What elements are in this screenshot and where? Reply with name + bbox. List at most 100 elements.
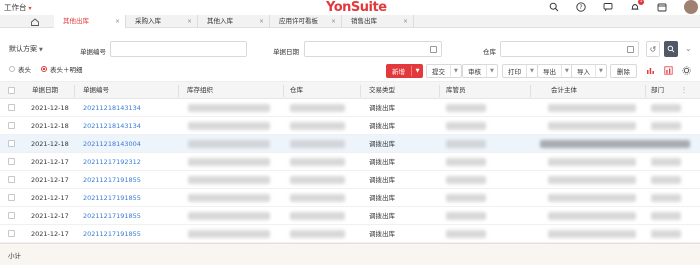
export-button[interactable]: 导出 ▼	[537, 64, 573, 78]
close-icon[interactable]: ×	[403, 15, 408, 28]
cell-date: 2021-12-17	[31, 194, 69, 202]
cell-doc-no[interactable]: 20211217192312	[83, 153, 141, 171]
bell-icon[interactable]: 1	[629, 0, 644, 13]
close-icon[interactable]: ×	[187, 15, 192, 28]
row-checkbox[interactable]	[8, 230, 15, 237]
print-button[interactable]: 打印 ▼	[502, 64, 538, 78]
help-icon[interactable]: ?	[575, 1, 587, 13]
cell-doc-no[interactable]: 20211218143134	[83, 99, 141, 117]
cell-trans-type: 调拨出库	[369, 194, 395, 202]
redacted-dept	[651, 104, 681, 112]
radio-header[interactable]: 表头	[9, 64, 31, 74]
doc-no-input[interactable]	[110, 41, 247, 57]
home-icon[interactable]	[30, 17, 40, 27]
data-grid: 单据日期 单据编号 库存组织 仓库 交易类型 库管员 会计主体 部门 ⫶ 202…	[0, 81, 700, 243]
summary-bar: 小计	[0, 243, 700, 265]
radio-label: 表头＋明细	[50, 66, 83, 74]
col-header-warehouse[interactable]: 仓库	[290, 82, 303, 99]
col-header-accounting[interactable]: 会计主体	[551, 82, 577, 99]
chevron-down-icon[interactable]: ▼	[486, 65, 497, 77]
table-row[interactable]: 2021-12-17 20211217191855 调拨出库	[0, 207, 700, 225]
approve-button[interactable]: 审核 ▼	[462, 64, 498, 78]
cell-doc-no[interactable]: 20211218143134	[83, 117, 141, 135]
col-header-org[interactable]: 库存组织	[187, 82, 213, 99]
message-badge: 1	[638, 0, 644, 5]
new-button[interactable]: 新增 ▼	[386, 64, 423, 78]
chat-icon[interactable]	[602, 1, 614, 13]
chevron-down-icon[interactable]: ▼	[595, 65, 606, 77]
cell-date: 2021-12-17	[31, 230, 69, 238]
calendar-icon[interactable]	[656, 1, 668, 13]
row-checkbox[interactable]	[8, 176, 15, 183]
table-row[interactable]: 2021-12-17 20211217192312 调拨出库	[0, 153, 700, 171]
redacted-keeper	[446, 230, 486, 238]
chevron-down-icon[interactable]: ▼	[450, 65, 461, 77]
redacted-org	[188, 122, 270, 130]
cell-date: 2021-12-17	[31, 158, 69, 166]
bar-chart-icon[interactable]	[646, 66, 655, 75]
tab-other-outbound[interactable]: 其他出库 ×	[54, 15, 126, 28]
tab-label: 应用许可看板	[279, 17, 318, 25]
table-row[interactable]: 2021-12-18 20211218143134 调拨出库	[0, 99, 700, 117]
table-row[interactable]: 2021-12-18 20211218143134 调拨出库	[0, 117, 700, 135]
redacted-warehouse	[290, 158, 345, 166]
tab-label: 采购入库	[135, 17, 161, 25]
table-row[interactable]: 2021-12-17 20211217191855 调拨出库	[0, 171, 700, 189]
col-header-keeper[interactable]: 库管员	[446, 82, 466, 99]
row-checkbox[interactable]	[8, 194, 15, 201]
column-settings-icon[interactable]: ⫶	[683, 82, 685, 99]
redacted-warehouse	[290, 194, 345, 202]
tab-purchase-inbound[interactable]: 采购入库 ×	[126, 15, 198, 28]
search-icon[interactable]	[548, 1, 560, 13]
close-icon[interactable]: ×	[259, 15, 264, 28]
column-divider	[530, 85, 531, 97]
row-checkbox[interactable]	[8, 158, 15, 165]
scheme-selector[interactable]: 默认方案 ▼	[9, 44, 43, 54]
row-checkbox[interactable]	[8, 140, 15, 147]
column-divider	[283, 85, 284, 97]
cell-date: 2021-12-18	[31, 140, 69, 148]
chevron-down-icon[interactable]: ▼	[526, 65, 537, 77]
row-checkbox[interactable]	[8, 212, 15, 219]
cell-trans-type: 调拨出库	[369, 140, 395, 148]
close-icon[interactable]: ×	[331, 15, 336, 28]
reset-button[interactable]: ↺	[646, 41, 660, 57]
col-header-trans-type[interactable]: 交易类型	[369, 82, 395, 99]
chevron-down-icon[interactable]: ▼	[412, 68, 423, 74]
tab-other-inbound[interactable]: 其他入库 ×	[198, 15, 270, 28]
workspace-menu[interactable]: 工作台 ▾	[4, 2, 32, 13]
import-button[interactable]: 导入 ▼	[571, 64, 607, 78]
cell-doc-no[interactable]: 20211217191855	[83, 207, 141, 225]
table-row[interactable]: 2021-12-17 20211217191855 调拨出库	[0, 225, 700, 243]
redacted-keeper	[446, 104, 486, 112]
tab-license-board[interactable]: 应用许可看板 ×	[270, 15, 342, 28]
table-row[interactable]: 2021-12-17 20211217191855 调拨出库	[0, 189, 700, 207]
redacted-keeper	[446, 212, 486, 220]
delete-button[interactable]: 删除	[610, 64, 637, 78]
avatar[interactable]	[684, 0, 698, 14]
cell-doc-no[interactable]: 20211217191855	[83, 225, 141, 243]
radio-header-detail[interactable]: 表头＋明细	[41, 64, 83, 74]
submit-button[interactable]: 提交 ▼	[426, 64, 462, 78]
expand-icon[interactable]: ⌄	[685, 44, 692, 53]
row-checkbox[interactable]	[8, 104, 15, 111]
redacted-dept	[651, 194, 681, 202]
row-checkbox[interactable]	[8, 122, 15, 129]
close-icon[interactable]: ×	[115, 15, 120, 28]
table-row-highlighted[interactable]: 2021-12-18 20211218143004 调拨出库	[0, 135, 700, 153]
cell-doc-no[interactable]: 20211218143004	[83, 135, 141, 153]
doc-date-input[interactable]	[304, 41, 442, 57]
tab-sales-outbound[interactable]: 销售出库 ×	[342, 15, 414, 28]
warehouse-input[interactable]	[500, 41, 639, 57]
select-all-checkbox[interactable]	[8, 87, 15, 94]
redacted-accounting	[548, 158, 636, 166]
col-header-dept[interactable]: 部门	[651, 82, 664, 99]
col-header-date[interactable]: 单据日期	[32, 82, 58, 99]
cell-doc-no[interactable]: 20211217191855	[83, 189, 141, 207]
import-label: 导入	[577, 68, 590, 76]
column-chart-icon[interactable]	[664, 66, 673, 75]
col-header-doc-no[interactable]: 单据编号	[83, 82, 109, 99]
settings-icon[interactable]	[682, 66, 691, 75]
cell-doc-no[interactable]: 20211217191855	[83, 171, 141, 189]
search-button[interactable]	[664, 41, 678, 57]
